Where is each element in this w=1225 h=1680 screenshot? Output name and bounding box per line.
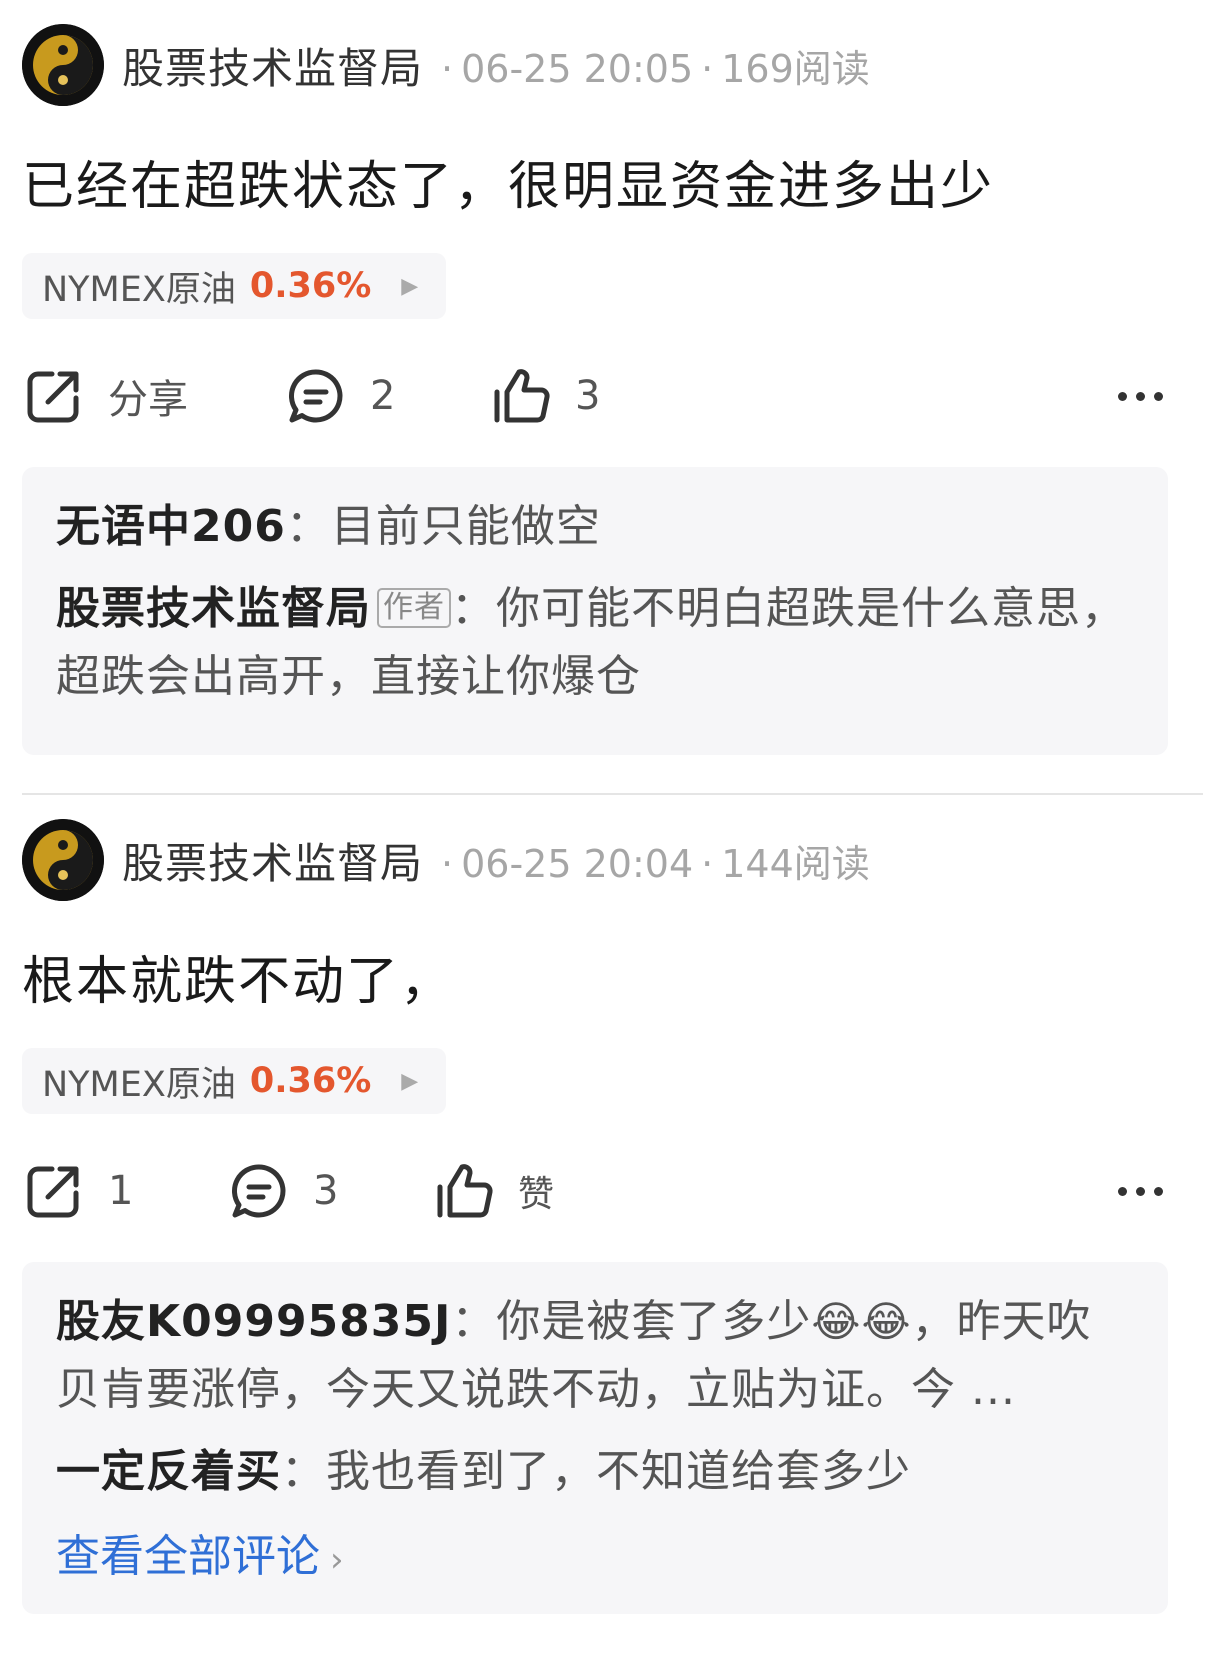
post-time: 06-25 20:04 [461, 841, 694, 886]
comment-text: 你是被套了多少 [496, 1296, 812, 1347]
post-content[interactable]: 已经在超跌状态了，很明显资金进多出少 [22, 144, 1203, 219]
like-button[interactable]: 赞 [432, 1159, 554, 1223]
action-bar: 分享 2 3 [22, 361, 1203, 431]
comment-sep: ： [451, 1296, 497, 1347]
comment-icon [231, 1164, 286, 1218]
comment-sep: ： [281, 1446, 326, 1497]
meta-separator: · [441, 841, 454, 886]
share-button[interactable]: 1 [22, 1159, 227, 1223]
comment-count: 2 [370, 373, 396, 419]
post-meta: · 06-25 20:05 · 169阅读 [433, 38, 870, 93]
comment-preview[interactable]: 无语中206：目前只能做空 股票技术监督局 作者 ：你可能不明白超跌是什么意思，超跌… [22, 467, 1168, 755]
avatar[interactable] [22, 819, 104, 901]
more-icon[interactable] [1109, 1156, 1163, 1226]
comment-sep: ： [451, 583, 496, 634]
play-arrow-icon: ▶ [401, 1068, 419, 1094]
avatar[interactable] [22, 24, 104, 106]
comment-user[interactable]: 无语中206 [56, 501, 286, 552]
play-arrow-icon: ▶ [401, 273, 419, 299]
comment-text: 目前只能做空 [330, 501, 601, 552]
post-card: 股票技术监督局 · 06-25 20:04 · 144阅读 根本就跌不动了， NYME… [0, 795, 1225, 1614]
stock-change: 0.36% [249, 1061, 372, 1101]
comment-text: 我也看到了，不知道给套多少 [326, 1446, 911, 1497]
comment-preview[interactable]: 股友K09995835J：你是被套了多少😂😂，昨天吹贝肯要涨停，今天又说跌不动，… [22, 1262, 1168, 1614]
comment-icon [288, 369, 343, 423]
stock-tag[interactable]: NYMEX原油 0.36% ▶ [22, 253, 446, 319]
post-time: 06-25 20:05 [461, 46, 694, 91]
thumbs-up-icon [437, 1164, 493, 1218]
laughing-crying-emoji-icon: 😂😂 [811, 1297, 912, 1346]
author-name[interactable]: 股票技术监督局 [122, 830, 423, 891]
view-all-label: 查看全部评论 [56, 1531, 320, 1582]
author-badge: 作者 [377, 588, 451, 628]
avatar-yin-yang-icon [22, 24, 104, 106]
stock-name: NYMEX原油 [42, 1064, 236, 1105]
share-icon [27, 1166, 79, 1218]
share-button[interactable]: 分享 [22, 364, 284, 428]
share-count: 1 [108, 1168, 134, 1214]
meta-separator: · [701, 46, 714, 91]
chevron-right-icon: › [330, 1540, 344, 1580]
post-content[interactable]: 根本就跌不动了， [22, 939, 1203, 1014]
meta-separator: · [701, 841, 714, 886]
read-count: 144阅读 [721, 841, 870, 886]
action-bar: 1 3 赞 [22, 1156, 1203, 1226]
comment-button[interactable]: 2 [284, 364, 489, 428]
like-count: 3 [575, 373, 601, 419]
thumbs-up-icon [494, 369, 550, 423]
comment-user[interactable]: 股票技术监督局 [56, 583, 371, 634]
comment-user[interactable]: 股友K09995835J [56, 1296, 451, 1347]
more-icon[interactable] [1109, 361, 1163, 431]
post-meta: · 06-25 20:04 · 144阅读 [433, 833, 870, 888]
comment-sep: ： [285, 501, 331, 552]
share-label: 分享 [108, 377, 188, 423]
like-label: 赞 [518, 1174, 555, 1215]
stock-tag[interactable]: NYMEX原油 0.36% ▶ [22, 1048, 446, 1114]
comment-item[interactable]: 一定反着买：我也看到了，不知道给套多少 [56, 1438, 1134, 1506]
author-name[interactable]: 股票技术监督局 [122, 35, 423, 96]
meta-separator: · [441, 46, 454, 91]
comment-item[interactable]: 股票技术监督局 作者 ：你可能不明白超跌是什么意思，超跌会出高开，直接让你爆仓 [56, 575, 1134, 711]
post-header: 股票技术监督局 · 06-25 20:04 · 144阅读 [22, 795, 1203, 905]
post-card: 股票技术监督局 · 06-25 20:05 · 169阅读 已经在超跌状态了，很明显资… [0, 0, 1225, 795]
comment-item[interactable]: 无语中206：目前只能做空 [56, 493, 1134, 561]
like-button[interactable]: 3 [489, 364, 600, 428]
comment-count: 3 [313, 1168, 339, 1214]
stock-change: 0.36% [249, 266, 372, 306]
stock-name: NYMEX原油 [42, 269, 236, 310]
share-icon [27, 371, 79, 423]
comment-item[interactable]: 股友K09995835J：你是被套了多少😂😂，昨天吹贝肯要涨停，今天又说跌不动，… [56, 1288, 1134, 1424]
read-count: 169阅读 [721, 46, 870, 91]
view-all-comments-link[interactable]: 查看全部评论 › [56, 1520, 1134, 1584]
comment-button[interactable]: 3 [227, 1159, 432, 1223]
comment-user[interactable]: 一定反着买 [56, 1446, 281, 1497]
post-header: 股票技术监督局 · 06-25 20:05 · 169阅读 [22, 0, 1203, 110]
avatar-yin-yang-icon [22, 819, 104, 901]
